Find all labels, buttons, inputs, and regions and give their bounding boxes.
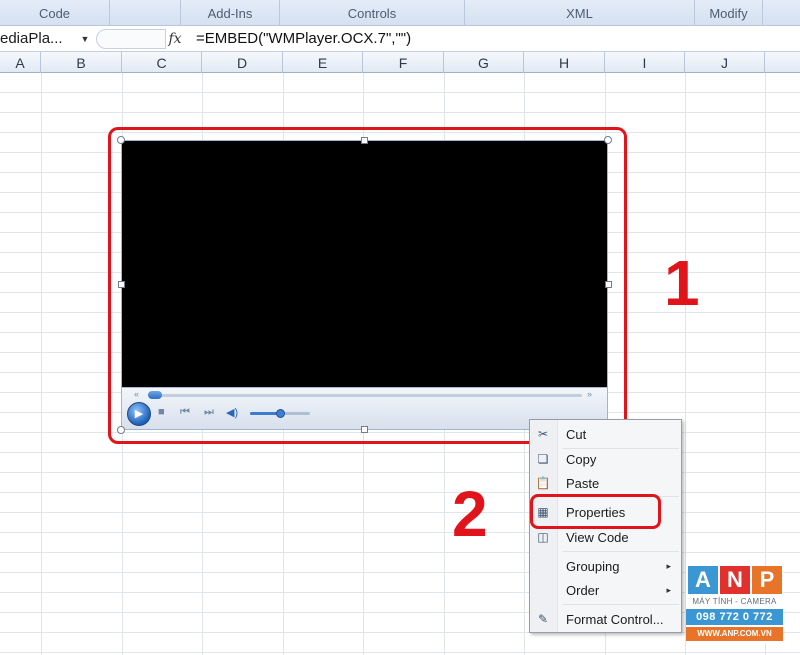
ribbon-group-add-ins: Add-Ins xyxy=(180,0,280,26)
column-header-g[interactable]: G xyxy=(444,52,524,73)
menu-separator xyxy=(562,604,679,605)
submenu-arrow-icon: ▸ xyxy=(666,561,671,571)
ribbon-group-xml: XML xyxy=(465,0,695,26)
copy-icon: ❏ xyxy=(537,452,549,466)
view-code-icon: ◫ xyxy=(537,530,549,544)
insert-function-icon[interactable]: fx xyxy=(164,29,186,49)
chevron-down-icon[interactable]: ▼ xyxy=(77,30,93,48)
formula-input[interactable]: =EMBED("WMPlayer.OCX.7","") xyxy=(196,28,411,50)
column-header-j[interactable]: J xyxy=(685,52,765,73)
menu-item-label: Cut xyxy=(566,427,587,442)
scissors-icon: ✂ xyxy=(537,427,549,441)
ribbon-group-code: Code xyxy=(0,0,110,26)
logo-website: WWW.ANP.COM.VN xyxy=(686,627,783,641)
menu-item-label: Order xyxy=(566,583,600,598)
logo-phone: 098 772 0 772 xyxy=(686,609,783,625)
column-header-f[interactable]: F xyxy=(363,52,444,73)
logo-tagline: MÁY TÍNH - CAMERA xyxy=(692,597,777,606)
menu-item-label: Copy xyxy=(566,452,597,467)
logo-letter-p: P xyxy=(752,566,782,594)
menu-item-label: Grouping xyxy=(566,559,620,574)
menu-item-format-control[interactable]: ✎ Format Control... xyxy=(530,607,681,631)
column-header-b[interactable]: B xyxy=(41,52,122,73)
menu-item-paste[interactable]: 📋 Paste xyxy=(530,471,681,495)
column-header-c[interactable]: C xyxy=(122,52,202,73)
callout-box-properties xyxy=(530,494,661,529)
menu-item-order[interactable]: Order ▸ xyxy=(530,578,681,602)
ribbon-group-modify: Modify xyxy=(695,0,763,26)
step-number-2: 2 xyxy=(452,478,488,550)
formula-bar-separator xyxy=(96,29,166,49)
logo-letter-a: A xyxy=(688,566,718,594)
submenu-arrow-icon: ▸ xyxy=(666,585,671,595)
format-control-icon: ✎ xyxy=(537,612,549,626)
menu-separator xyxy=(562,551,679,552)
column-header-i[interactable]: I xyxy=(605,52,685,73)
grid-line xyxy=(41,73,42,655)
column-header-e[interactable]: E xyxy=(283,52,363,73)
column-header-h[interactable]: H xyxy=(524,52,605,73)
menu-item-copy[interactable]: ❏ Copy xyxy=(530,447,681,471)
column-header-d[interactable]: D xyxy=(202,52,283,73)
step-number-1: 1 xyxy=(664,247,700,319)
menu-item-cut[interactable]: ✂ Cut xyxy=(530,422,681,446)
paste-icon: 📋 xyxy=(535,476,551,490)
ribbon-group-controls: Controls xyxy=(280,0,465,26)
ribbon-group-labels: Code Add-Ins Controls XML Modify xyxy=(0,0,800,26)
anp-watermark-logo: A N P MÁY TÍNH - CAMERA 098 772 0 772 WW… xyxy=(686,566,783,644)
menu-item-grouping[interactable]: Grouping ▸ xyxy=(530,554,681,578)
menu-item-label: Format Control... xyxy=(566,612,664,627)
formula-bar: ediaPla... ▼ fx =EMBED("WMPlayer.OCX.7",… xyxy=(0,26,800,52)
logo-letter-n: N xyxy=(720,566,750,594)
column-header-a[interactable]: A xyxy=(0,52,41,73)
callout-box-player xyxy=(108,127,627,444)
column-headers: A B C D E F G H I J xyxy=(0,52,800,73)
